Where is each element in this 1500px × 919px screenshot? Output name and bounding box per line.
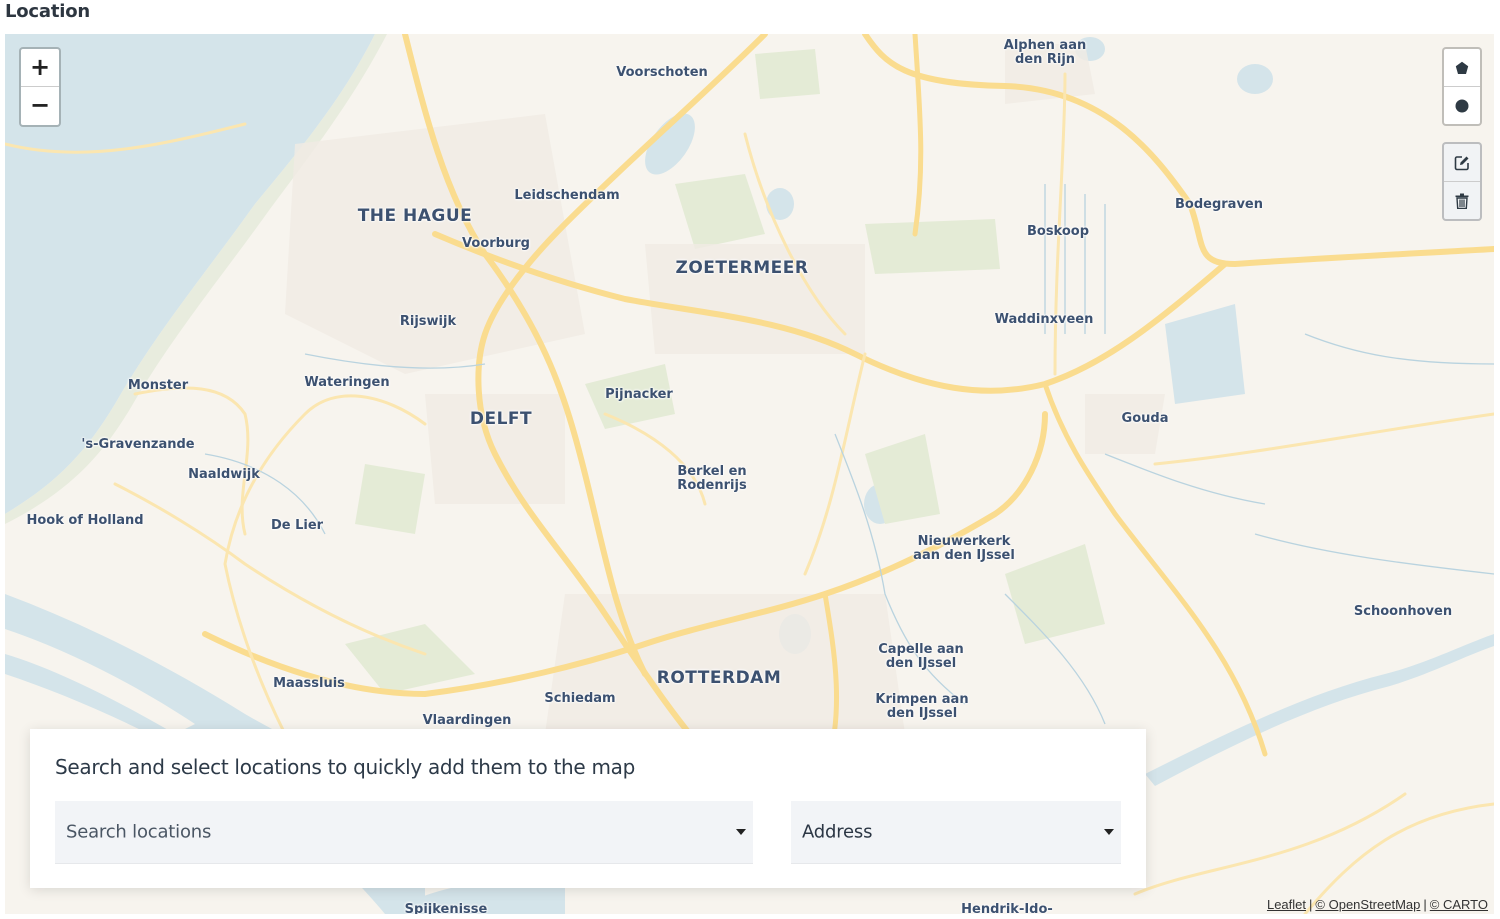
place-label-line: Rodenrijs [677,478,747,493]
place-label: Leidschendam [514,188,620,203]
location-search-select[interactable]: Search locations [55,801,753,864]
carto-link[interactable]: © CARTO [1430,897,1488,912]
place-label: ZOETERMEER [675,258,809,278]
place-label: Hendrik-Ido- [961,902,1053,915]
delete-layers-button[interactable] [1444,181,1480,219]
attribution-separator: | [1423,897,1427,912]
place-label: Schiedam [544,691,616,706]
attribution-separator: | [1309,897,1313,912]
place-label: Rijswijk [399,314,457,329]
zoom-out-button[interactable]: − [21,87,59,124]
openstreetmap-link[interactable]: © OpenStreetMap [1315,897,1420,912]
river-east [1145,634,1494,786]
draw-circle-button[interactable] [1444,86,1480,124]
place-label: Pijnacker [605,387,673,402]
circle-icon [1455,99,1469,112]
place-label: De Lier [270,518,324,533]
place-label: Vlaardingen [422,713,512,728]
place-label-line: Alphen aan [1003,38,1087,53]
place-label: Berkel en Rodenrijs [677,465,746,493]
edit-icon [1454,155,1469,170]
place-label: Bodegraven [1175,197,1263,212]
chevron-down-icon [1104,829,1114,835]
trash-icon [1455,193,1469,209]
location-search-placeholder: Search locations [66,821,212,843]
place-label-line: den Rijn [1014,52,1076,67]
place-label-line: Capelle aan [878,642,964,657]
place-label: THE HAGUE [357,206,473,226]
place-label: Voorburg [462,236,530,251]
place-label: Naaldwijk [188,467,260,482]
road [912,34,924,237]
place-label: Waddinxveen [994,312,1094,327]
place-label-line: den IJssel [885,656,957,671]
chevron-down-icon [736,829,746,835]
place-label: Hook of Holland [26,513,144,528]
zoom-control: + − [19,47,61,127]
location-search-panel: Search and select locations to quickly a… [30,729,1146,888]
place-label-line: Nieuwerkerk [917,534,1011,549]
place-label: Alphen aan den Rijn [1004,39,1086,67]
place-label-line: aan den IJssel [913,548,1015,563]
draw-toolbar [1442,47,1482,126]
search-hint: Search and select locations to quickly a… [55,755,635,779]
place-label: Gouda [1121,411,1169,426]
place-label: Capelle aan den IJssel [878,643,964,671]
place-label: Monster [127,378,189,393]
map-attribution: Leaflet | © OpenStreetMap | © CARTO [1267,897,1488,912]
place-label: 's-Gravenzande [81,437,195,452]
place-label: Schoonhoven [1353,604,1453,619]
section-title: Location [5,1,91,22]
draw-polygon-button[interactable] [1444,49,1480,86]
place-label-line: Berkel en [677,464,747,479]
place-label: Boskoop [1026,224,1090,239]
place-label: Spijkenisse [404,902,488,915]
place-label: Krimpen aan den IJssel [875,693,968,721]
place-label: ROTTERDAM [656,668,782,688]
place-label: Voorschoten [616,65,708,80]
edit-toolbar [1442,142,1482,221]
place-label-line: Krimpen aan [875,692,969,707]
place-label: Maassluis [273,676,345,691]
place-label: Wateringen [304,375,390,390]
place-label: Nieuwerkerk aan den IJssel [913,535,1015,563]
place-label: DELFT [469,409,533,429]
leaflet-link[interactable]: Leaflet [1267,897,1306,912]
place-label-line: den IJssel [886,706,958,721]
zoom-in-button[interactable]: + [21,49,59,87]
location-type-select[interactable]: Address [791,801,1121,864]
location-type-value: Address [802,821,873,843]
polygon-icon [1455,61,1469,74]
edit-layers-button[interactable] [1444,144,1480,181]
